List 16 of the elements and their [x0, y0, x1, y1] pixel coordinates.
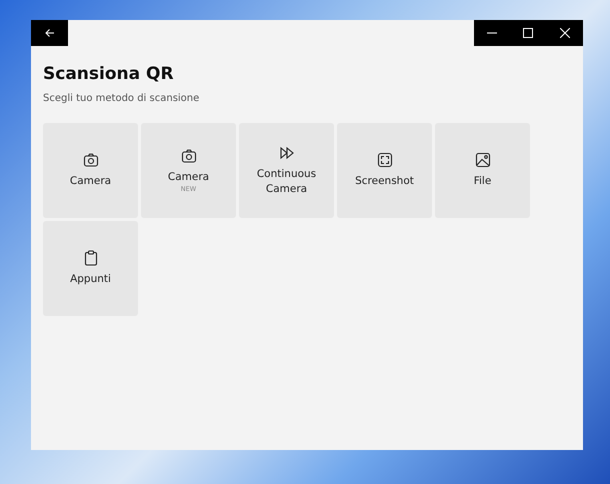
scan-method-tile[interactable]: Appunti: [43, 221, 138, 316]
camera-icon: [180, 148, 196, 164]
screenshot-icon: [376, 152, 392, 168]
image-icon: [474, 152, 490, 168]
back-arrow-icon: [44, 28, 54, 38]
scan-method-tile[interactable]: Continuous Camera: [239, 123, 334, 218]
maximize-icon: [523, 28, 534, 38]
scan-method-tile[interactable]: Screenshot: [337, 123, 432, 218]
fast-forward-icon: [278, 144, 294, 160]
camera-icon: [82, 152, 98, 168]
page-title: Scansiona QR: [43, 64, 175, 84]
close-icon: [560, 28, 570, 38]
scan-method-tile[interactable]: Camera: [43, 123, 138, 218]
page-subtitle: Scegli tuo metodo di scansione: [43, 93, 200, 104]
clipboard-icon: [82, 250, 98, 266]
scan-method-tile[interactable]: File: [435, 123, 530, 218]
